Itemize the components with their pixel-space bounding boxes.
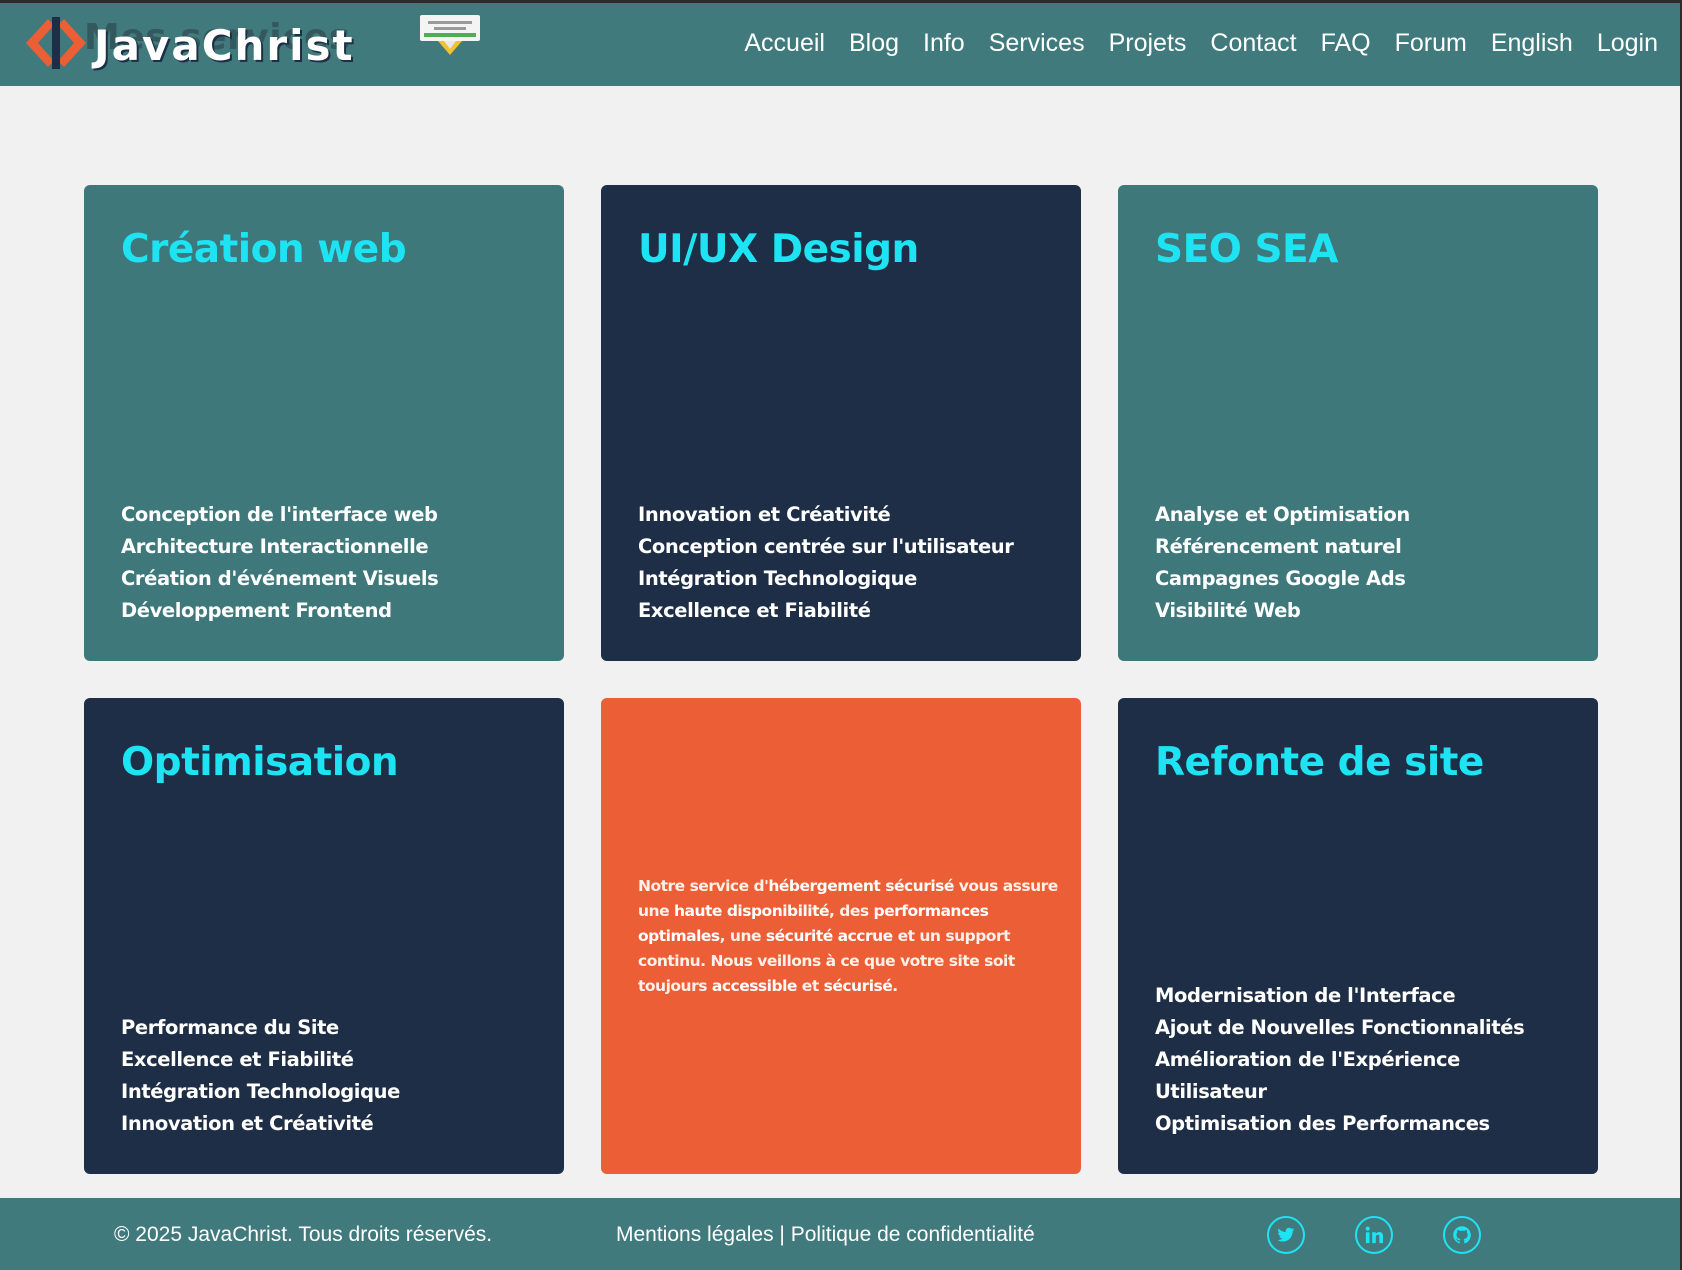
site-logo[interactable]: Mes services JavaChrist <box>24 13 404 73</box>
list-item: Référencement naturel <box>1155 535 1402 558</box>
hosting-description: Notre service d'hébergement sécurisé vou… <box>638 877 1058 995</box>
list-item: Innovation et Créativité <box>121 1112 374 1135</box>
card-title: UI/UX Design <box>638 227 919 272</box>
card-title: Création web <box>121 227 407 272</box>
list-item: Intégration Technologique <box>638 567 917 590</box>
site-footer: © 2025 JavaChrist. Tous droits réservés.… <box>0 1198 1680 1270</box>
card-feature-list: Modernisation de l'Interface Ajout de No… <box>1155 980 1525 1140</box>
copyright-text: © 2025 JavaChrist. Tous droits réservés. <box>114 1223 493 1246</box>
nav-projets[interactable]: Projets <box>1109 29 1187 58</box>
list-item: Optimisation des Performances <box>1155 1112 1490 1135</box>
service-card-uiux-design[interactable]: UI/UX Design Innovation et Créativité Co… <box>601 185 1081 661</box>
page: Mes services JavaChrist Accueil Blog Inf… <box>0 3 1680 1270</box>
nav-services[interactable]: Services <box>989 29 1085 58</box>
twitter-icon[interactable] <box>1267 1216 1305 1254</box>
list-item: Création d'événement Visuels <box>121 567 439 590</box>
card-feature-list: Analyse et Optimisation Référencement na… <box>1155 499 1410 627</box>
nav-forum[interactable]: Forum <box>1395 29 1467 58</box>
service-card-hebergement[interactable]: Notre service d'hébergement sécurisé vou… <box>601 698 1081 1174</box>
legal-links[interactable]: Mentions légales | Politique de confiden… <box>616 1223 1035 1247</box>
service-card-seo-sea[interactable]: SEO SEA Analyse et Optimisation Référenc… <box>1118 185 1598 661</box>
list-item: Développement Frontend <box>121 599 392 622</box>
site-header: Mes services JavaChrist Accueil Blog Inf… <box>0 3 1680 86</box>
list-item: Analyse et Optimisation <box>1155 503 1410 526</box>
list-item: Excellence et Fiabilité <box>638 599 871 622</box>
nav-accueil[interactable]: Accueil <box>744 29 825 58</box>
list-item: Conception centrée sur l'utilisateur <box>638 535 1014 558</box>
nav-login[interactable]: Login <box>1597 29 1658 58</box>
nav-english[interactable]: English <box>1491 29 1573 58</box>
github-icon[interactable] <box>1443 1216 1481 1254</box>
card-feature-list: Conception de l'interface web Architectu… <box>121 499 439 627</box>
linkedin-icon[interactable] <box>1355 1216 1393 1254</box>
list-item: Architecture Interactionnelle <box>121 535 429 558</box>
card-feature-list: Innovation et Créativité Conception cent… <box>638 499 1014 627</box>
list-item: Campagnes Google Ads <box>1155 567 1406 590</box>
card-title: SEO SEA <box>1155 227 1338 272</box>
list-item: Conception de l'interface web <box>121 503 438 526</box>
list-item: Modernisation de l'Interface <box>1155 984 1456 1007</box>
logo-wordmark: JavaChrist <box>94 21 355 70</box>
nav-contact[interactable]: Contact <box>1210 29 1296 58</box>
list-item: Excellence et Fiabilité <box>121 1048 354 1071</box>
card-feature-list: Performance du Site Excellence et Fiabil… <box>121 1012 400 1140</box>
service-card-refonte-de-site[interactable]: Refonte de site Modernisation de l'Inter… <box>1118 698 1598 1174</box>
list-item: Ajout de Nouvelles Fonctionnalités <box>1155 1016 1525 1039</box>
card-title: Optimisation <box>121 740 399 785</box>
service-card-creation-web[interactable]: Création web Conception de l'interface w… <box>84 185 564 661</box>
certification-badge-icon <box>420 15 480 55</box>
main-nav: Accueil Blog Info Services Projets Conta… <box>744 29 1658 58</box>
list-item: Performance du Site <box>121 1016 339 1039</box>
list-item: Innovation et Créativité <box>638 503 891 526</box>
list-item: Visibilité Web <box>1155 599 1301 622</box>
code-brackets-icon <box>26 17 86 69</box>
nav-faq[interactable]: FAQ <box>1321 29 1371 58</box>
nav-blog[interactable]: Blog <box>849 29 899 58</box>
card-title: Refonte de site <box>1155 740 1484 785</box>
nav-info[interactable]: Info <box>923 29 965 58</box>
service-card-optimisation[interactable]: Optimisation Performance du Site Excelle… <box>84 698 564 1174</box>
list-item: Amélioration de l'Expérience <box>1155 1048 1460 1071</box>
list-item: Utilisateur <box>1155 1080 1267 1103</box>
list-item: Intégration Technologique <box>121 1080 400 1103</box>
